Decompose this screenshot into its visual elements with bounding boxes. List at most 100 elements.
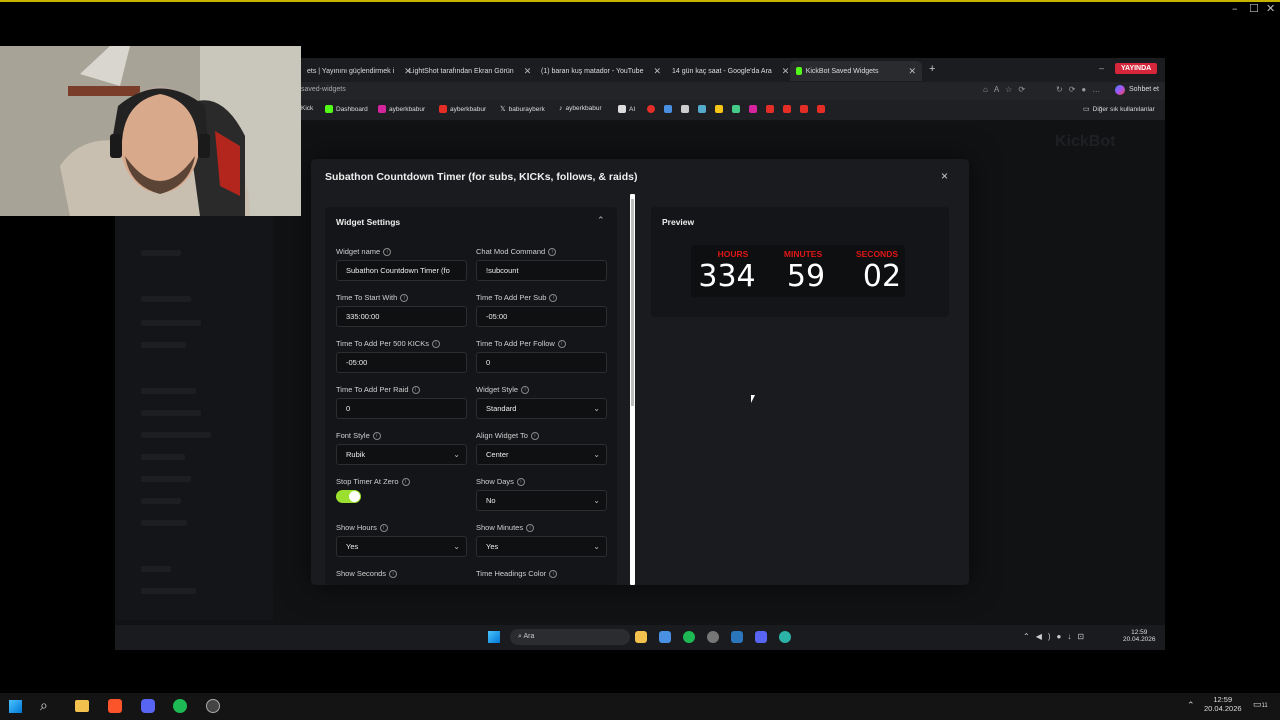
tab-title: LightShot tarafından Ekran Görün	[409, 67, 514, 75]
preview-panel: Preview HOURS MINUTES SECONDS 334 59 02	[651, 207, 949, 317]
notification-icon[interactable]: ▭11	[1253, 699, 1268, 710]
browser-tab-active[interactable]: KickBot Saved Widgets ✕	[790, 61, 922, 81]
chat-mod-command-label: Chat Mod Command i	[476, 247, 557, 257]
minimize-icon[interactable]: –	[1232, 2, 1238, 15]
tab-title: KickBot Saved Widgets	[805, 67, 879, 75]
time-to-start-input[interactable]: 335:00:00	[336, 306, 467, 327]
close-icon[interactable]: ✕	[1266, 2, 1275, 15]
close-tab-icon[interactable]: ✕	[653, 66, 661, 77]
obs-icon[interactable]	[206, 699, 220, 713]
browser-tab[interactable]: LightShot tarafından Ekran Görün ✕	[399, 61, 531, 81]
widget-name-input[interactable]: Subathon Countdown Timer (fo	[336, 260, 467, 281]
modal-close-button[interactable]: ×	[941, 169, 948, 183]
toolbar-icons[interactable]: ⌂A☆⟳	[983, 85, 1031, 94]
time-per-sub-label: Time To Add Per Sub i	[476, 293, 558, 303]
bookmark-label: Dashboard	[336, 105, 368, 113]
bookmark-item[interactable]: Kick	[301, 105, 313, 112]
taskbar-search[interactable]: ⌕ Ara	[510, 629, 630, 645]
info-icon: i	[549, 294, 558, 303]
info-icon: i	[411, 386, 420, 395]
url-text[interactable]: saved-widgets	[301, 86, 346, 93]
font-style-select[interactable]: Rubik ⌄	[336, 444, 467, 465]
time-per-raid-input[interactable]: 0	[336, 398, 467, 419]
bookmark-item[interactable]: ayberkbabur	[378, 105, 425, 113]
webcam-overlay	[0, 46, 301, 216]
bookmark-item[interactable]: AI	[618, 105, 635, 113]
show-minutes-select[interactable]: Yes ⌄	[476, 536, 607, 557]
info-icon: i	[379, 524, 388, 533]
info-icon: i	[516, 478, 525, 487]
search-placeholder: Ara	[523, 633, 535, 640]
time-to-start-label: Time To Start With i	[336, 293, 409, 303]
obs-icon	[707, 631, 719, 643]
time-per-500-kicks-input[interactable]: -05:00	[336, 352, 467, 373]
widget-style-select[interactable]: Standard ⌄	[476, 398, 607, 419]
taskbar-app-icons[interactable]	[635, 631, 791, 643]
copilot-icon[interactable]	[1115, 85, 1125, 95]
bookmark-item[interactable]: ♪ ayberkbabur	[559, 105, 602, 112]
bookmark-icons[interactable]	[647, 105, 825, 113]
align-widget-select[interactable]: Center ⌄	[476, 444, 607, 465]
show-days-label: Show Days i	[476, 477, 525, 487]
time-per-raid-label: Time To Add Per Raid i	[336, 385, 420, 395]
browser-tab[interactable]: ets | Yayınını güçlendirmek i ✕	[301, 61, 412, 81]
info-icon: i	[526, 524, 535, 533]
stop-timer-toggle[interactable]	[336, 490, 361, 503]
show-seconds-label: Show Seconds i	[336, 569, 398, 579]
outer-clock[interactable]: 12:59 20.04.2026	[1204, 695, 1242, 713]
bookmark-label: ayberkbabur	[565, 105, 602, 112]
info-icon: i	[521, 386, 530, 395]
bookmark-label: AI	[629, 105, 636, 113]
tab-title: 14 gün kaç saat - Google'da Ara	[672, 67, 772, 75]
chat-button[interactable]: Sohbet et	[1129, 86, 1159, 93]
store-icon	[659, 631, 671, 643]
info-icon: i	[549, 570, 558, 579]
time-per-sub-input[interactable]: -05:00	[476, 306, 607, 327]
bookmark-item[interactable]: ayberkbabur	[439, 105, 486, 113]
chat-mod-command-input[interactable]: !subcount	[476, 260, 607, 281]
windows-start-icon[interactable]	[488, 631, 500, 643]
spotify-icon[interactable]	[173, 699, 187, 713]
chevron-up-icon[interactable]: ⌃	[597, 215, 605, 226]
widget-name-label: Widget name i	[336, 247, 392, 257]
system-tray-icons[interactable]: ⌃◀)●↓⊡	[1023, 632, 1090, 641]
new-tab-button[interactable]: +	[929, 63, 935, 75]
info-icon: i	[401, 478, 410, 487]
file-explorer-icon[interactable]	[75, 700, 89, 712]
info-icon: i	[372, 432, 381, 441]
maximize-icon[interactable]: ☐	[1249, 2, 1259, 15]
close-tab-icon[interactable]: ✕	[908, 66, 916, 77]
time-headings-color-label: Time Headings Color i	[476, 569, 558, 579]
browser-tab[interactable]: 14 gün kaç saat - Google'da Ara ✕	[662, 61, 790, 81]
chevron-up-icon[interactable]: ⌃	[1187, 700, 1195, 711]
inner-clock[interactable]: 12:59 20.04.2026	[1123, 629, 1156, 643]
browser-tab[interactable]: (1) baran kuş matador - YouTube ✕	[531, 61, 662, 81]
bookmark-label: baburayberk	[508, 105, 545, 113]
extension-icons[interactable]: ↻⟳●…	[1056, 85, 1106, 94]
search-icon[interactable]: ⌕	[40, 697, 48, 714]
show-hours-select[interactable]: Yes ⌄	[336, 536, 467, 557]
minimize-icon[interactable]: –	[1099, 63, 1104, 73]
show-minutes-label: Show Minutes i	[476, 523, 535, 533]
discord-icon[interactable]	[141, 699, 155, 713]
app-brand: KickBot	[1055, 133, 1116, 150]
scrollbar-thumb[interactable]	[631, 199, 634, 406]
info-icon: i	[557, 340, 566, 349]
align-widget-label: Align Widget To i	[476, 431, 539, 441]
search-icon: ⌕	[518, 633, 522, 640]
outer-taskbar: ⌕ ⌃ 12:59 20.04.2026 ▭11	[0, 693, 1280, 720]
info-icon: i	[389, 570, 398, 579]
windows-start-icon[interactable]	[9, 700, 22, 713]
tab-title: (1) baran kuş matador - YouTube	[541, 67, 644, 75]
close-tab-icon[interactable]: ✕	[782, 66, 790, 77]
show-days-select[interactable]: No ⌄	[476, 490, 607, 511]
time-per-follow-input[interactable]: 0	[476, 352, 607, 373]
bookmark-label: Kick	[301, 105, 314, 112]
minutes-value: 59	[786, 259, 826, 294]
bookmark-item[interactable]: Dashboard	[325, 105, 368, 113]
bookmark-item[interactable]: 𝕏baburayberk	[500, 105, 545, 114]
spotify-icon	[683, 631, 695, 643]
brave-icon[interactable]	[108, 699, 122, 713]
other-bookmarks[interactable]: ▭ Diğer sık kullanılanlar	[1083, 105, 1155, 114]
folder-icon: ▭	[1083, 106, 1090, 113]
